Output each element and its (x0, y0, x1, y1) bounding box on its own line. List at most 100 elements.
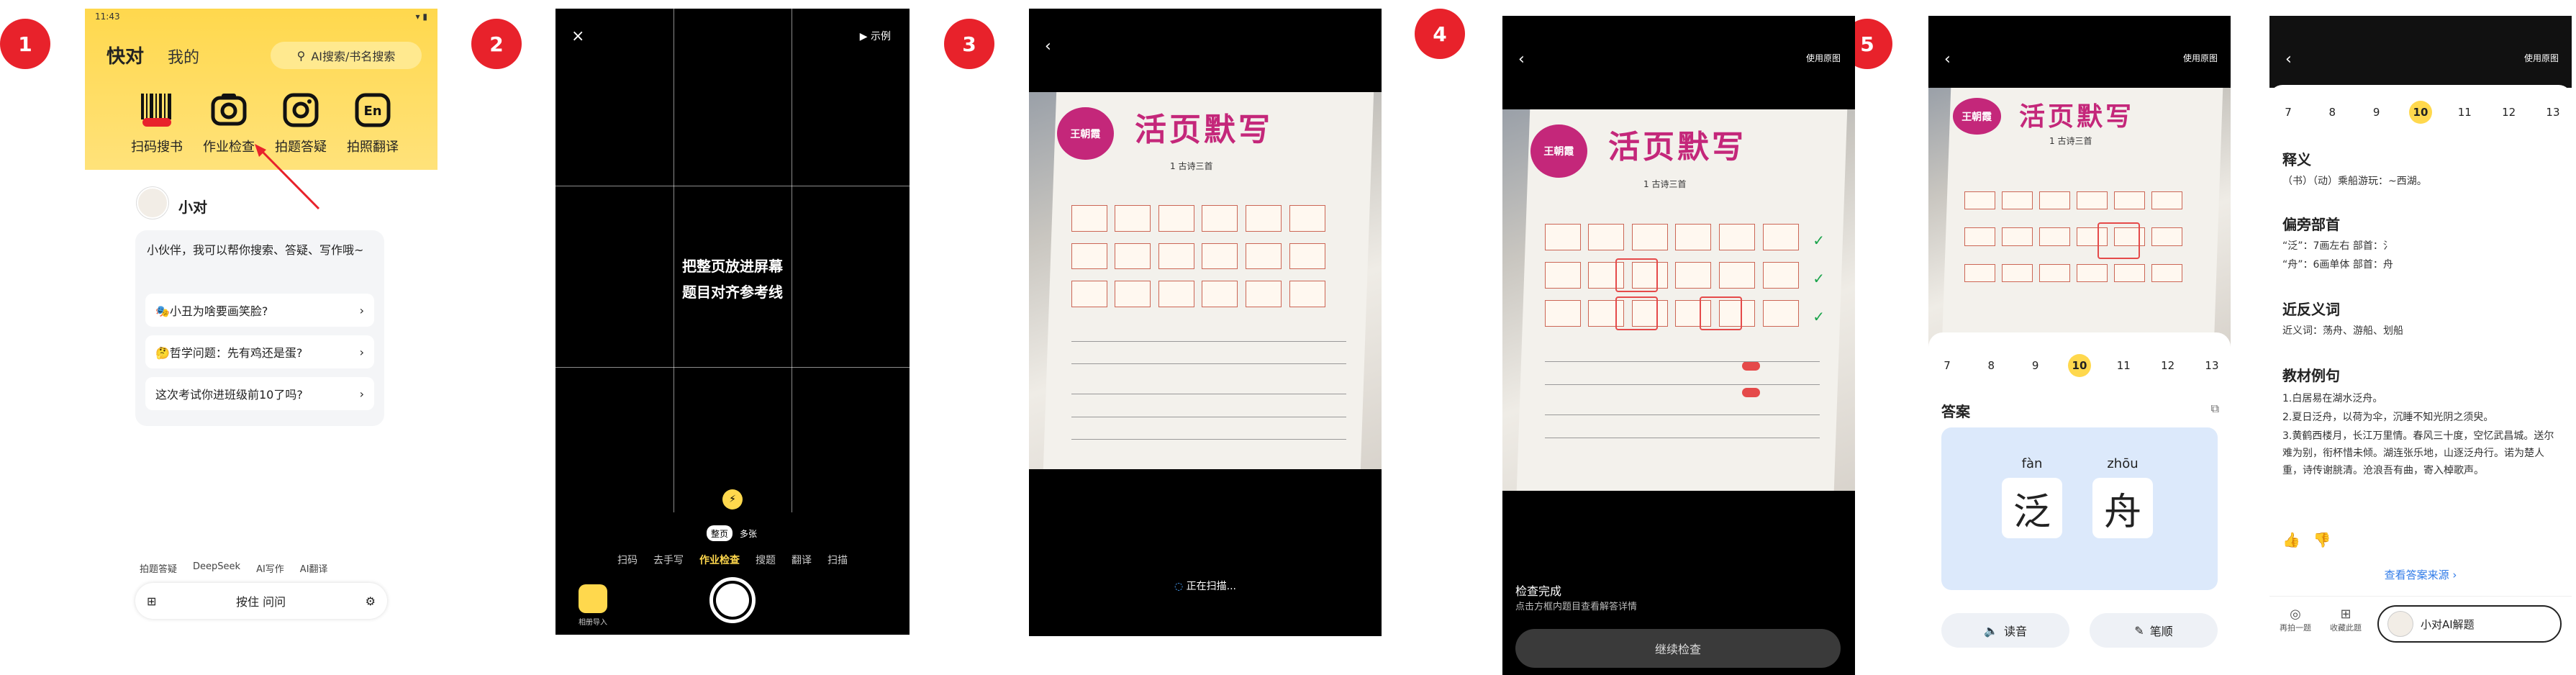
question-number-selected[interactable]: 10 (2408, 101, 2432, 124)
wrong-box[interactable] (1700, 296, 1743, 331)
chip-ai-translate[interactable]: AI翻译 (300, 561, 328, 575)
continue-check-button[interactable]: 继续检查 (1515, 629, 1841, 668)
stroke-order-button[interactable]: ✎ 笔顺 (2090, 613, 2218, 648)
chip-ai-writing[interactable]: AI写作 (256, 561, 284, 575)
avatar (137, 187, 168, 219)
question-number[interactable]: 7 (1936, 354, 1959, 377)
answer-title: 答案 (1941, 403, 1970, 420)
text-line (1544, 361, 1820, 362)
section-title: 偏旁部首 (2282, 216, 2340, 233)
close-icon[interactable]: × (571, 27, 584, 45)
pinyin: zhōu (2107, 456, 2139, 471)
mode-scan[interactable]: 扫描 (827, 553, 848, 567)
suggested-question[interactable]: 这次考试你进班级前10了吗? › (145, 377, 374, 410)
tool-scan-book[interactable]: 扫码搜书 (121, 88, 193, 155)
scanning-status: ◌ 正在扫描... (1029, 579, 1382, 593)
hint-line: 题目对齐参考线 (682, 284, 783, 301)
assistant-name: 小对 (178, 199, 207, 216)
chip-photo-question[interactable]: 拍题答疑 (140, 561, 177, 575)
mode-search-question[interactable]: 搜题 (756, 553, 776, 567)
use-original-button[interactable]: 使用原图 (2183, 52, 2218, 64)
back-icon[interactable]: ‹ (2285, 50, 2292, 68)
stroke-order-label: 笔顺 (2149, 625, 2173, 638)
example-button[interactable]: ▶ 示例 (860, 29, 891, 43)
answer-char[interactable]: 泛 (2002, 478, 2062, 538)
question-number[interactable]: 9 (2365, 101, 2388, 124)
error-pill[interactable] (1742, 387, 1760, 397)
suggested-question[interactable]: 🤔哲学问题：先有鸡还是蛋? › (145, 335, 374, 368)
mode-homework-check[interactable]: 作业检查 (699, 553, 740, 567)
back-icon[interactable]: ‹ (1518, 50, 1525, 68)
section-text: “舟”：6画单体 部首：舟 (2282, 259, 2393, 271)
use-original-button[interactable]: 使用原图 (2524, 52, 2559, 64)
grid-icon[interactable]: ⊞ (147, 594, 156, 608)
question-number[interactable]: 11 (2112, 354, 2135, 377)
favorite-label: 收藏此题 (2330, 623, 2362, 633)
worksheet-photo: 王朝霞 活页默写 1 古诗三首 ✓ ✓ ✓ (1502, 109, 1855, 491)
question-number-strip: 7 8 9 10 11 12 13 (1936, 354, 2223, 377)
back-icon[interactable]: ‹ (1045, 37, 1051, 55)
copy-icon[interactable]: ⧉ (2211, 402, 2219, 416)
question-number-selected[interactable]: 10 (2067, 354, 2091, 377)
question-number[interactable]: 7 (2277, 101, 2300, 124)
mode-translate[interactable]: 翻译 (792, 553, 812, 567)
use-original-button[interactable]: 使用原图 (1806, 52, 1841, 64)
suggested-question[interactable]: 🎭小丑为啥要画笑脸? › (145, 294, 374, 327)
mode-multi[interactable]: 多张 (740, 525, 757, 541)
question-number[interactable]: 13 (2200, 354, 2223, 377)
answer-source-link[interactable]: 查看答案来源 › (2269, 567, 2572, 582)
wrong-box[interactable] (2097, 222, 2140, 259)
chip-deepseek[interactable]: DeepSeek (193, 561, 240, 575)
guide-line (555, 367, 910, 368)
answer-char[interactable]: 舟 (2092, 478, 2153, 538)
camera-icon (279, 88, 322, 131)
shutter-button[interactable] (709, 577, 756, 623)
correct-mark[interactable]: ✓ (1813, 270, 1825, 287)
thumbs-up-icon[interactable]: 👍 (2282, 531, 2300, 548)
favorite-button[interactable]: ⊞ 收藏此题 (2324, 607, 2367, 633)
tab-kuaidui[interactable]: 快对 (106, 42, 144, 68)
mode-scan-code[interactable]: 扫码 (617, 553, 638, 567)
settings-icon[interactable]: ⚙ (366, 594, 376, 608)
question-number[interactable]: 13 (2541, 101, 2564, 124)
thumbs-down-icon[interactable]: 👎 (2313, 531, 2331, 548)
error-pill[interactable] (1742, 361, 1760, 371)
question-text: 🤔哲学问题：先有鸡还是蛋? (155, 346, 303, 360)
question-number[interactable]: 12 (2157, 354, 2180, 377)
wrong-box[interactable] (1615, 258, 1658, 293)
question-number[interactable]: 8 (2321, 101, 2344, 124)
tool-photo-translate[interactable]: En 拍照翻译 (337, 88, 409, 155)
mode-remove-handwriting[interactable]: 去手写 (653, 553, 684, 567)
tab-mine[interactable]: 我的 (168, 45, 199, 68)
feedback-buttons: 👍 👎 (2282, 531, 2331, 548)
pronunciation-button[interactable]: 🔈 读音 (1941, 613, 2069, 648)
retake-button[interactable]: ◎ 再拍一题 (2274, 607, 2317, 633)
question-number[interactable]: 9 (2024, 354, 2047, 377)
camera-icon (207, 88, 250, 131)
question-number[interactable]: 8 (1979, 354, 2003, 377)
ai-solve-label: 小对AI解题 (2421, 617, 2475, 631)
mode-full-page[interactable]: 整页 (707, 525, 733, 541)
speaker-icon: 🔈 (1984, 623, 1998, 638)
text-line (1071, 363, 1346, 365)
char-detail-screen: ‹ 使用原图 7 8 9 10 11 12 13 释义 （书）（动）乘船游玩：~… (2269, 16, 2572, 661)
camera-icon: ◎ (2290, 607, 2301, 622)
status-time: 11:43 (95, 12, 120, 22)
capture-hint: 把整页放进屏幕 题目对齐参考线 (555, 253, 910, 305)
question-number[interactable]: 12 (2498, 101, 2521, 124)
voice-input-bar[interactable]: ⊞ 按住 问问 ⚙ (135, 583, 387, 619)
tool-label: 作业检查 (203, 140, 255, 155)
search-bar[interactable]: ⚲ AI搜索/书名搜索 (271, 42, 422, 69)
home-screen: 11:43 ▾ ▮ 快对 我的 ⚲ AI搜索/书名搜索 扫码搜书 作业检查 拍题… (85, 9, 437, 462)
wrong-box[interactable] (1615, 296, 1658, 331)
flashlight-icon[interactable]: ⚡ (722, 489, 743, 509)
gallery-import[interactable]: 相册导入 (577, 584, 609, 627)
text-line (1544, 384, 1820, 385)
worksheet-title: 活页默写 (2019, 101, 2135, 132)
correct-mark[interactable]: ✓ (1813, 232, 1825, 249)
question-number[interactable]: 11 (2453, 101, 2476, 124)
correct-mark[interactable]: ✓ (1813, 308, 1825, 325)
back-icon[interactable]: ‹ (1944, 50, 1951, 68)
tool-label: 拍照翻译 (347, 140, 399, 155)
ai-solve-button[interactable]: 小对AI解题 (2377, 605, 2562, 643)
